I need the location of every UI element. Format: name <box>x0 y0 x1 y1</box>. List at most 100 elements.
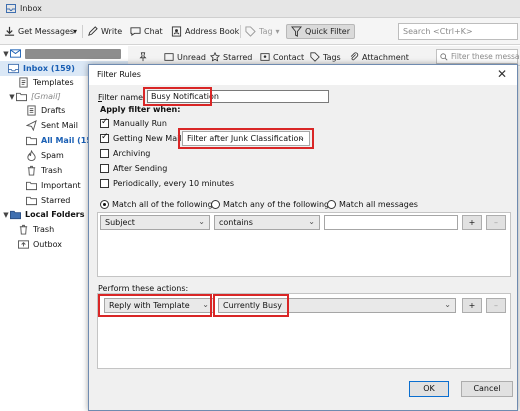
apply-filter-when-heading: Apply filter when: <box>100 105 181 114</box>
sidebar-item-label: Trash <box>41 166 63 175</box>
periodically-checkbox[interactable] <box>100 179 109 188</box>
chevron-down-icon: ⌄ <box>308 217 315 226</box>
remove-action-button[interactable]: – <box>486 298 506 313</box>
star-icon <box>210 52 220 62</box>
match-any-radio[interactable] <box>211 200 220 209</box>
chevron-down-icon: ▾ <box>73 27 78 36</box>
sidebar-item-label: Trash <box>33 225 55 234</box>
chat-label: Chat <box>144 27 163 36</box>
quick-filter-search-input[interactable]: Filter these messag <box>436 49 520 64</box>
archiving-checkbox[interactable] <box>100 149 109 158</box>
filter-name-label: Filter name: <box>98 93 146 102</box>
starred-filter-button[interactable]: Starred <box>210 51 252 63</box>
condition-field-value: Subject <box>105 218 135 227</box>
tags-filter-button[interactable]: Tags <box>310 51 341 63</box>
get-messages-dropdown[interactable]: ▾ <box>73 24 77 39</box>
match-all-messages-label: Match all messages <box>339 200 418 209</box>
contact-label: Contact <box>273 52 305 62</box>
getting-new-mail-checkbox[interactable] <box>100 132 109 143</box>
tag-icon <box>310 52 320 62</box>
sidebar-item-label: Local Folders <box>25 210 85 219</box>
sidebar-item-label: [Gmail] <box>31 92 61 101</box>
window-tab-title[interactable]: Inbox <box>20 4 42 13</box>
pin-filter-button[interactable] <box>138 51 148 63</box>
pencil-icon <box>88 26 98 36</box>
sidebar-item-label: Spam <box>41 151 64 160</box>
archive-folder-icon <box>26 136 37 146</box>
highlight-box-junk <box>178 128 314 149</box>
add-condition-button[interactable]: + <box>462 215 482 230</box>
trash-icon <box>19 224 28 235</box>
close-icon[interactable]: ✕ <box>495 67 509 81</box>
manually-run-checkbox[interactable] <box>100 117 109 128</box>
global-search-input[interactable]: Search <Ctrl+K> <box>398 23 518 40</box>
write-label: Write <box>101 27 123 36</box>
archiving-label: Archiving <box>113 149 151 158</box>
mail-account-icon <box>10 49 21 58</box>
sidebar-item-label: Drafts <box>41 106 66 115</box>
title-bar: Inbox <box>0 0 520 18</box>
tag-icon <box>245 26 256 37</box>
quick-filter-bar: Unread Starred Contact Tags Attachment F… <box>128 46 520 66</box>
search-placeholder: Search <Ctrl+K> <box>403 27 473 36</box>
collapse-twisty-icon: ▼ <box>9 92 15 101</box>
sidebar-item-label: Templates <box>33 78 74 87</box>
inbox-tab-icon <box>6 4 16 13</box>
address-book-icon <box>171 26 182 37</box>
toolbar-divider <box>240 25 241 38</box>
account-row[interactable]: ▼ <box>2 46 130 61</box>
add-action-button[interactable]: + <box>462 298 482 313</box>
paperclip-icon <box>350 52 359 61</box>
outbox-icon <box>18 240 29 249</box>
sidebar-item-label: Starred <box>41 196 71 205</box>
unread-filter-button[interactable]: Unread <box>164 51 206 63</box>
perform-actions-heading: Perform these actions: <box>98 284 189 293</box>
periodically-label: Periodically, every 10 minutes <box>113 179 234 188</box>
search-icon <box>440 53 448 61</box>
tag-label: Tag <box>259 27 273 36</box>
folder-icon <box>26 196 37 206</box>
ok-button[interactable]: OK <box>409 381 449 397</box>
chat-icon <box>130 27 141 37</box>
tag-button[interactable]: Tag ▾ <box>245 24 280 39</box>
chat-button[interactable]: Chat <box>130 24 163 39</box>
attachment-filter-button[interactable]: Attachment <box>349 51 409 63</box>
cancel-button[interactable]: Cancel <box>461 381 513 397</box>
contact-filter-button[interactable]: Contact <box>260 51 304 63</box>
inbox-folder-icon <box>8 63 19 74</box>
sidebar-item-label: Sent Mail <box>41 121 78 130</box>
collapse-twisty-icon: ▼ <box>3 49 9 58</box>
chevron-down-icon: ⌄ <box>198 217 205 226</box>
match-all-radio[interactable] <box>100 200 109 209</box>
quick-filter-button[interactable]: Quick Filter <box>286 24 355 39</box>
write-button[interactable]: Write <box>87 24 122 39</box>
conditions-list[interactable]: Subject ⌄ contains ⌄ + – <box>97 212 511 277</box>
unread-icon <box>164 53 174 61</box>
attachment-label: Attachment <box>362 52 409 62</box>
remove-condition-button[interactable]: – <box>486 215 506 230</box>
condition-value-input[interactable] <box>324 215 458 230</box>
folder-icon <box>16 92 27 102</box>
after-sending-checkbox[interactable] <box>100 164 109 173</box>
highlight-box-filter-name <box>143 87 212 106</box>
dialog-titlebar: Filter Rules ✕ <box>89 65 517 85</box>
condition-field-select[interactable]: Subject ⌄ <box>100 215 210 230</box>
dialog-title: Filter Rules <box>97 70 141 79</box>
match-all-label: Match all of the following <box>112 200 213 209</box>
after-sending-label: After Sending <box>113 164 168 173</box>
sidebar-item-label: Important <box>41 181 81 190</box>
quick-filter-label: Quick Filter <box>305 27 350 36</box>
condition-operator-select[interactable]: contains ⌄ <box>214 215 320 230</box>
filter-rules-dialog: Filter Rules ✕ Filter name: Busy Notific… <box>88 64 518 411</box>
sidebar-item-label: Outbox <box>33 240 62 249</box>
address-book-button[interactable]: Address Book <box>171 24 239 39</box>
match-all-messages-radio[interactable] <box>327 200 336 209</box>
highlight-box-action <box>98 294 212 317</box>
get-messages-button[interactable]: Get Messages <box>4 24 74 39</box>
drafts-icon <box>27 105 36 116</box>
sent-icon <box>26 120 37 131</box>
starred-label: Starred <box>223 52 253 62</box>
unread-label: Unread <box>177 52 206 62</box>
quick-filter-placeholder: Filter these messag <box>451 52 520 61</box>
collapse-twisty-icon: ▼ <box>3 210 9 219</box>
